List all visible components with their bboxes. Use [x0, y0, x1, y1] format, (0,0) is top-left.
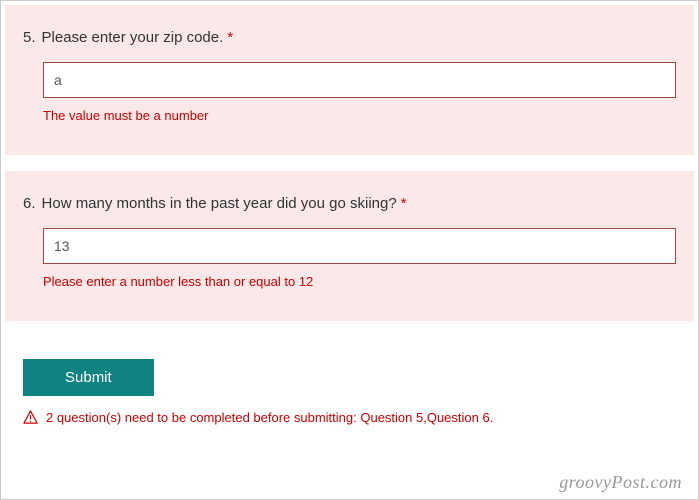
question-label: How many months in the past year did you…: [42, 195, 397, 212]
required-indicator: *: [401, 195, 407, 212]
summary-error-text: 2 question(s) need to be completed befor…: [46, 410, 493, 425]
summary-error-row: 2 question(s) need to be completed befor…: [5, 404, 694, 431]
question-number: 5.: [23, 29, 36, 46]
question-block-6: 6. How many months in the past year did …: [5, 171, 694, 321]
question-row: 5. Please enter your zip code. *: [23, 29, 676, 46]
input-wrap: [43, 228, 676, 264]
question-row: 6. How many months in the past year did …: [23, 195, 676, 212]
input-wrap: [43, 62, 676, 98]
required-indicator: *: [227, 29, 233, 46]
submit-button[interactable]: Submit: [23, 359, 154, 396]
question-number: 6.: [23, 195, 36, 212]
submit-row: Submit: [5, 337, 694, 404]
question-label: Please enter your zip code.: [42, 29, 224, 46]
skiing-months-input[interactable]: [43, 228, 676, 264]
warning-icon: [23, 410, 38, 425]
zip-code-input[interactable]: [43, 62, 676, 98]
error-message: The value must be a number: [43, 108, 676, 123]
error-message: Please enter a number less than or equal…: [43, 274, 676, 289]
watermark: groovyPost.com: [559, 472, 682, 493]
question-block-5: 5. Please enter your zip code. * The val…: [5, 5, 694, 155]
